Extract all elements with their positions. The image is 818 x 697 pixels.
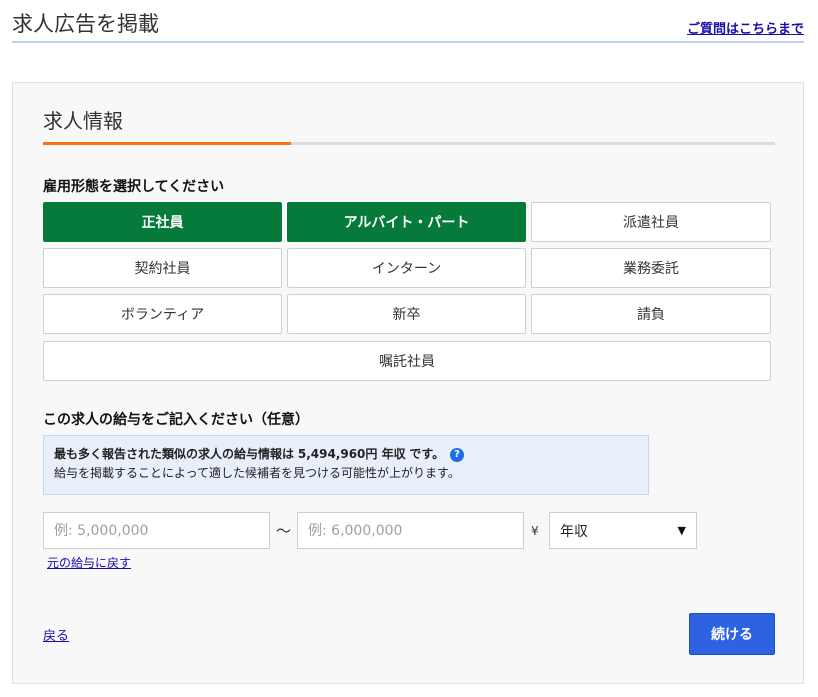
employment-type-label: 雇用形態を選択してください xyxy=(43,179,225,195)
salary-min-input[interactable] xyxy=(43,512,270,549)
employment-option-contract[interactable]: 契約社員 xyxy=(43,248,282,288)
employment-option-non-regular[interactable]: 嘱託社員 xyxy=(43,341,771,381)
salary-info-line1: 最も多く報告された類似の求人の給与情報は 5,494,960円 年収 です。 ? xyxy=(54,445,638,464)
salary-info-line2: 給与を掲載することによって適した候補者を見つける可能性が上がります。 xyxy=(54,466,460,480)
employment-option-new-grad[interactable]: 新卒 xyxy=(287,294,526,334)
employment-option-outsourcing[interactable]: 業務委託 xyxy=(531,248,771,288)
salary-info-prefix: 最も多く報告された類似の求人の給与情報は xyxy=(54,447,295,461)
salary-period-value: 年収 xyxy=(560,523,588,540)
salary-label: この求人の給与をご記入ください（任意） xyxy=(43,412,309,428)
reset-salary-link[interactable]: 元の給与に戻す xyxy=(47,554,131,571)
range-separator: ～ xyxy=(276,522,292,540)
currency-symbol: ¥ xyxy=(531,524,539,538)
page-title: 求人広告を掲載 xyxy=(12,12,159,36)
employment-option-intern[interactable]: インターン xyxy=(287,248,526,288)
salary-info-suffix: です。 xyxy=(409,447,445,461)
salary-period-select[interactable]: 年収 ▼ xyxy=(549,512,697,549)
continue-button[interactable]: 続ける xyxy=(689,613,775,655)
salary-info-amount: 5,494,960円 年収 xyxy=(297,447,406,461)
employment-option-volunteer[interactable]: ボランティア xyxy=(43,294,282,334)
progress-rule-active xyxy=(43,142,291,145)
employment-option-temp-staff[interactable]: 派遣社員 xyxy=(531,202,771,242)
chevron-down-icon: ▼ xyxy=(677,524,686,537)
question-icon[interactable]: ? xyxy=(450,447,465,462)
header-divider xyxy=(12,41,804,43)
salary-info-box: 最も多く報告された類似の求人の給与情報は 5,494,960円 年収 です。 ?… xyxy=(43,435,649,495)
progress-rule xyxy=(43,142,775,145)
job-info-card: 求人情報 雇用形態を選択してください 正社員 アルバイト・パート 派遣社員 契約… xyxy=(12,82,804,684)
employment-option-contractor[interactable]: 請負 xyxy=(531,294,771,334)
help-link[interactable]: ご質問はこちらまで xyxy=(687,18,804,37)
employment-option-part-time[interactable]: アルバイト・パート xyxy=(287,202,526,242)
salary-max-input[interactable] xyxy=(297,512,524,549)
employment-option-full-time[interactable]: 正社員 xyxy=(43,202,282,242)
section-title: 求人情報 xyxy=(43,109,123,133)
back-link[interactable]: 戻る xyxy=(43,625,69,644)
